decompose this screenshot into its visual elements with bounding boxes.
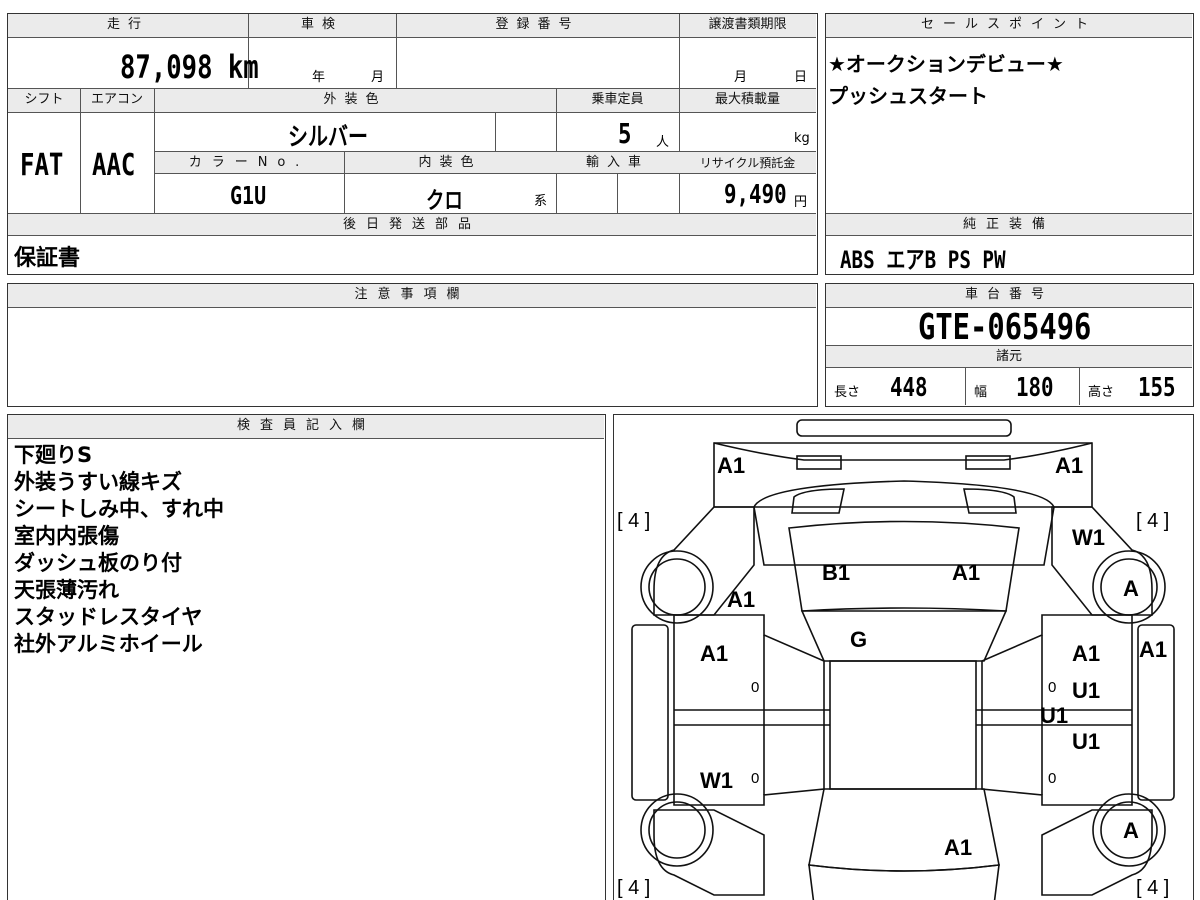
mileage-label: 走行 — [106, 17, 149, 32]
zero-mark: 0 — [751, 770, 760, 787]
recycle-value: 9,490 — [724, 180, 787, 210]
damage-mark: A1 — [944, 835, 973, 860]
zero-mark: 0 — [1048, 770, 1057, 787]
damage-mark: A1 — [1072, 641, 1101, 666]
damage-mark: W1 — [700, 768, 733, 793]
length-value: 448 — [890, 373, 928, 403]
exterior-value: シルバー — [288, 122, 369, 151]
inspector-note: 室内内張傷 — [14, 524, 119, 548]
capacity-value: 5 — [618, 117, 632, 150]
recycle-unit: 円 — [794, 195, 808, 210]
width-value: 180 — [1016, 373, 1054, 403]
damage-mark: U1 — [1072, 729, 1101, 754]
import-label: 輸入車 — [585, 155, 649, 170]
transfer-month: 月 — [734, 70, 748, 85]
tire-depth: [ 4 ] — [1136, 877, 1170, 899]
inspector-note: 天張薄汚れ — [14, 578, 119, 602]
inspector-note: 外装うすい線キズ — [14, 470, 182, 494]
damage-mark: A1 — [952, 560, 981, 585]
maxload-label: 最大積載量 — [714, 92, 780, 107]
ac-value: AAC — [92, 148, 136, 183]
tire-depth: [ 4 ] — [617, 877, 651, 899]
damage-diagram: A1 A1 W1 B1 A1 A1 A G A1 A1 A1 U1 U1 U1 … — [613, 414, 1194, 900]
height-value: 155 — [1138, 373, 1176, 403]
sales-label: セールスポイント — [920, 17, 1097, 32]
later-parts-label: 後日発送部品 — [342, 217, 481, 232]
capacity-unit: 人 — [656, 135, 670, 150]
caution-label: 注意事項欄 — [354, 287, 470, 302]
damage-mark: U1 — [1040, 703, 1069, 728]
damage-mark: U1 — [1072, 678, 1101, 703]
inspector-note: ダッシュ板のり付 — [14, 551, 182, 575]
later-parts-value: 保証書 — [14, 246, 81, 271]
chassis-label: 車台番号 — [964, 287, 1053, 302]
sales-line-2: プッシュスタート — [828, 84, 988, 108]
colorno-label: カラーNo. — [188, 155, 310, 170]
exterior-label: 外装色 — [323, 92, 387, 107]
inspection-year: 年 — [312, 70, 326, 85]
sales-point-box: セールスポイント ★オークションデビュー★ プッシュスタート 純正装備 ABS … — [825, 13, 1194, 275]
damage-mark: A — [1123, 576, 1139, 601]
damage-mark: A — [1123, 818, 1139, 843]
sales-line-1: ★オークションデビュー★ — [828, 52, 1064, 76]
zero-mark: 0 — [751, 679, 760, 696]
specs-label: 諸元 — [995, 349, 1022, 364]
inspection-label: 車検 — [300, 17, 343, 32]
interior-label: 内装色 — [418, 155, 482, 170]
interior-unit: 系 — [534, 194, 548, 209]
shift-value: FAT — [20, 148, 64, 183]
tire-depth: [ 4 ] — [617, 510, 651, 532]
damage-mark: A1 — [1139, 637, 1168, 662]
transfer-label: 譲渡書類期限 — [708, 17, 787, 32]
width-label: 幅 — [974, 385, 988, 400]
inspector-note: シートしみ中、すれ中 — [14, 497, 224, 521]
transfer-day: 日 — [794, 70, 808, 85]
registration-label: 登録番号 — [495, 17, 580, 32]
caution-box: 注意事項欄 — [7, 283, 818, 407]
inspector-box: 検査員記入欄 下廻りS 外装うすい線キズ シートしみ中、すれ中 室内内張傷 ダッ… — [7, 414, 606, 900]
inspector-note: 社外アルミホイール — [14, 632, 203, 656]
capacity-label: 乗車定員 — [591, 92, 644, 107]
damage-mark: A1 — [1055, 453, 1084, 478]
ac-label: エアコン — [90, 92, 143, 107]
damage-mark: A1 — [700, 641, 729, 666]
length-label: 長さ — [834, 385, 861, 400]
damage-mark: G — [850, 627, 868, 652]
height-label: 高さ — [1088, 385, 1115, 400]
maxload-unit: kg — [794, 131, 810, 146]
inspector-note: 下廻りS — [14, 443, 93, 467]
tire-depth: [ 4 ] — [1136, 510, 1170, 532]
recycle-label: リサイクル預託金 — [699, 156, 796, 170]
colorno-value: G1U — [230, 181, 267, 210]
chassis-value: GTE-065496 — [918, 307, 1092, 348]
vehicle-info-table: 走行 車検 登録番号 譲渡書類期限 87,098 km 年 月 月 日 シフト … — [7, 13, 818, 275]
shift-label: シフト — [24, 92, 64, 107]
damage-mark: A1 — [727, 587, 756, 612]
mileage-value: 87,098 km — [120, 48, 259, 86]
inspection-month: 月 — [371, 70, 385, 85]
damage-mark: B1 — [822, 560, 851, 585]
equipment-label: 純正装備 — [962, 217, 1055, 232]
damage-mark: W1 — [1072, 525, 1105, 550]
interior-value: クロ — [426, 188, 463, 214]
inspector-label: 検査員記入欄 — [236, 418, 375, 433]
inspector-note: スタッドレスタイヤ — [14, 605, 203, 629]
chassis-box: 車台番号 GTE-065496 諸元 長さ 448 幅 180 高さ 155 — [825, 283, 1194, 407]
zero-mark: 0 — [1048, 679, 1057, 696]
equipment-value: ABS エアB PS PW — [840, 246, 1006, 274]
damage-mark: A1 — [717, 453, 746, 478]
